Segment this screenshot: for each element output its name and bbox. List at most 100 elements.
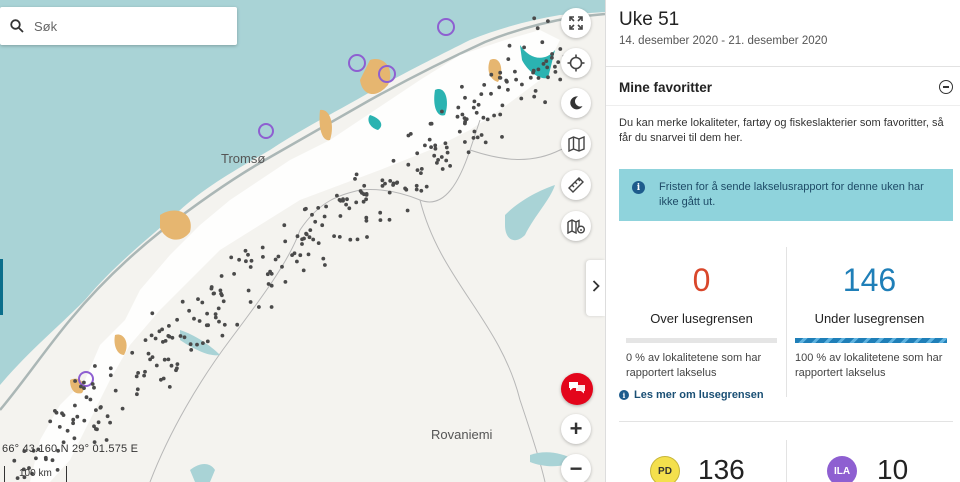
site-dot[interactable]: [220, 333, 225, 338]
site-dot[interactable]: [12, 458, 17, 463]
site-dot[interactable]: [182, 335, 187, 340]
site-dot[interactable]: [73, 403, 77, 408]
site-dot[interactable]: [440, 167, 445, 171]
site-dot[interactable]: [257, 305, 261, 309]
site-dot[interactable]: [545, 65, 550, 70]
site-dot[interactable]: [60, 411, 64, 416]
site-dot[interactable]: [205, 339, 210, 344]
site-dot[interactable]: [364, 218, 369, 223]
site-dot[interactable]: [492, 113, 496, 118]
site-dot[interactable]: [95, 427, 99, 432]
site-dot[interactable]: [380, 184, 385, 188]
site-dot[interactable]: [188, 342, 193, 347]
layers-button[interactable]: [561, 129, 591, 159]
site-dot[interactable]: [471, 105, 476, 110]
site-dot[interactable]: [354, 200, 359, 205]
site-dot[interactable]: [332, 234, 336, 239]
site-dot[interactable]: [323, 263, 327, 267]
site-dot[interactable]: [295, 234, 300, 239]
site-dot[interactable]: [160, 327, 165, 332]
site-dot[interactable]: [419, 167, 424, 171]
site-dot[interactable]: [73, 379, 77, 383]
over-limit-stat[interactable]: 0 Over lusegrensen 0 % av lokalitetene s…: [606, 247, 781, 397]
site-dot[interactable]: [406, 133, 411, 138]
site-dot[interactable]: [92, 385, 96, 390]
fullscreen-button[interactable]: [561, 8, 591, 38]
site-dot[interactable]: [310, 212, 314, 217]
site-dot[interactable]: [178, 334, 183, 338]
site-dot[interactable]: [485, 117, 490, 122]
site-dot[interactable]: [120, 406, 125, 411]
site-dot[interactable]: [316, 206, 321, 210]
site-dot[interactable]: [216, 306, 221, 311]
site-dot[interactable]: [365, 235, 369, 239]
site-dot[interactable]: [472, 129, 477, 134]
under-limit-stat[interactable]: 146 Under lusegrensen 100 % av lokalitet…: [786, 247, 960, 397]
site-dot[interactable]: [558, 77, 563, 82]
site-dot[interactable]: [142, 373, 147, 378]
site-dot[interactable]: [320, 223, 325, 228]
site-dot[interactable]: [143, 369, 147, 374]
site-dot[interactable]: [433, 146, 438, 151]
zoom-out-button[interactable]: −: [561, 454, 591, 482]
site-dot[interactable]: [348, 237, 353, 242]
site-dot[interactable]: [222, 322, 227, 327]
site-dot[interactable]: [217, 319, 221, 324]
collapse-panel-button[interactable]: [586, 260, 605, 316]
site-dot[interactable]: [541, 62, 546, 66]
site-dot[interactable]: [520, 82, 524, 87]
site-dot[interactable]: [72, 436, 77, 441]
site-dot[interactable]: [406, 162, 411, 167]
site-dot[interactable]: [170, 335, 175, 340]
site-dot[interactable]: [414, 183, 419, 188]
map-canvas[interactable]: [0, 0, 605, 482]
site-dot[interactable]: [94, 408, 98, 412]
site-dot[interactable]: [301, 268, 306, 273]
site-dot[interactable]: [457, 129, 462, 134]
site-dot[interactable]: [88, 397, 93, 402]
site-dot[interactable]: [463, 95, 467, 100]
site-dot[interactable]: [354, 172, 359, 177]
site-dot[interactable]: [209, 286, 214, 291]
site-dot[interactable]: [479, 92, 484, 96]
site-dot[interactable]: [519, 96, 524, 101]
site-dot[interactable]: [48, 419, 53, 424]
site-dot[interactable]: [98, 405, 103, 410]
site-dot[interactable]: [415, 168, 420, 173]
site-dot[interactable]: [213, 312, 218, 316]
site-dot[interactable]: [93, 364, 97, 368]
left-panel-edge[interactable]: [0, 259, 3, 315]
site-dot[interactable]: [415, 151, 420, 156]
site-dot[interactable]: [337, 235, 342, 239]
site-dot[interactable]: [476, 102, 481, 107]
site-dot[interactable]: [246, 288, 251, 293]
site-dot[interactable]: [535, 26, 540, 31]
site-dot[interactable]: [306, 252, 311, 257]
site-dot[interactable]: [295, 259, 299, 264]
site-dot[interactable]: [433, 143, 438, 148]
site-dot[interactable]: [135, 392, 139, 397]
site-dot[interactable]: [505, 79, 509, 84]
site-dot[interactable]: [475, 135, 480, 140]
site-dot[interactable]: [528, 75, 533, 80]
site-dot[interactable]: [419, 171, 423, 176]
site-dot[interactable]: [192, 316, 196, 321]
map-view[interactable]: Tromsø Rovaniemi 66° 43.160 N 29° 01.575…: [0, 0, 605, 482]
site-dot[interactable]: [344, 202, 348, 207]
site-dot[interactable]: [307, 235, 312, 240]
measure-button[interactable]: [561, 170, 591, 200]
site-dot[interactable]: [462, 116, 467, 120]
site-dot[interactable]: [335, 193, 339, 198]
site-dot[interactable]: [300, 237, 304, 242]
site-dot[interactable]: [404, 187, 409, 192]
site-dot[interactable]: [474, 110, 479, 115]
site-dot[interactable]: [466, 150, 471, 155]
site-dot[interactable]: [507, 43, 512, 48]
site-dot[interactable]: [361, 199, 366, 204]
site-dot[interactable]: [313, 219, 318, 224]
site-dot[interactable]: [304, 232, 309, 237]
site-dot[interactable]: [355, 237, 360, 242]
site-dot[interactable]: [206, 323, 211, 328]
site-dot[interactable]: [292, 251, 297, 256]
site-dot[interactable]: [550, 52, 554, 56]
